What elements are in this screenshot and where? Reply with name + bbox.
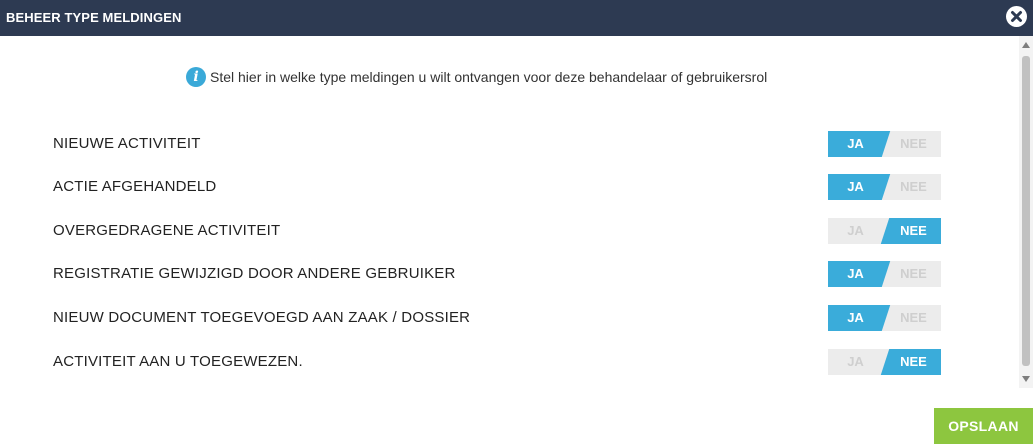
notification-row: ACTIVITEIT AAN U TOEGEWEZEN. JA NEE [53, 349, 943, 375]
toggle-option-ja[interactable]: JA [828, 131, 883, 157]
info-icon: i [186, 67, 206, 87]
notification-toggle[interactable]: JA NEE [828, 305, 941, 331]
close-icon[interactable] [1006, 6, 1027, 27]
notification-label: ACTIVITEIT AAN U TOEGEWEZEN. [53, 353, 303, 370]
toggle-option-ja[interactable]: JA [828, 174, 883, 200]
notification-toggle[interactable]: JA NEE [828, 174, 941, 200]
toggle-option-nee[interactable]: NEE [886, 305, 941, 331]
dialog-titlebar: BEHEER TYPE MELDINGEN [0, 0, 1033, 36]
toggle-option-ja[interactable]: JA [828, 218, 883, 244]
notification-label: OVERGEDRAGENE ACTIVITEIT [53, 222, 281, 239]
notification-label: NIEUWE ACTIVITEIT [53, 135, 201, 152]
toggle-option-nee[interactable]: NEE [886, 261, 941, 287]
info-text: Stel hier in welke type meldingen u wilt… [210, 69, 768, 85]
notification-label: ACTIE AFGEHANDELD [53, 178, 217, 195]
toggle-option-ja[interactable]: JA [828, 305, 883, 331]
notification-row: ACTIE AFGEHANDELD JA NEE [53, 174, 943, 200]
notification-toggle[interactable]: JA NEE [828, 349, 941, 375]
scrollbar[interactable] [1019, 36, 1033, 388]
notification-row: OVERGEDRAGENE ACTIVITEIT JA NEE [53, 218, 943, 244]
notification-row: NIEUW DOCUMENT TOEGEVOEGD AAN ZAAK / DOS… [53, 305, 943, 331]
toggle-option-nee[interactable]: NEE [886, 349, 941, 375]
dialog-title: BEHEER TYPE MELDINGEN [6, 10, 182, 25]
notification-toggle[interactable]: JA NEE [828, 131, 941, 157]
notification-label: REGISTRATIE GEWIJZIGD DOOR ANDERE GEBRUI… [53, 265, 456, 282]
notification-row: NIEUWE ACTIVITEIT JA NEE [53, 131, 943, 157]
scrollbar-thumb[interactable] [1022, 56, 1030, 366]
toggle-option-nee[interactable]: NEE [886, 174, 941, 200]
scroll-down-arrow-icon[interactable] [1022, 376, 1030, 382]
save-button[interactable]: OPSLAAN [934, 408, 1033, 444]
notification-label: NIEUW DOCUMENT TOEGEVOEGD AAN ZAAK / DOS… [53, 309, 471, 326]
toggle-option-nee[interactable]: NEE [886, 218, 941, 244]
notification-row: REGISTRATIE GEWIJZIGD DOOR ANDERE GEBRUI… [53, 261, 943, 287]
toggle-option-ja[interactable]: JA [828, 349, 883, 375]
toggle-option-ja[interactable]: JA [828, 261, 883, 287]
info-message: i Stel hier in welke type meldingen u wi… [186, 66, 767, 88]
notification-toggle[interactable]: JA NEE [828, 218, 941, 244]
scroll-up-arrow-icon[interactable] [1022, 42, 1030, 48]
toggle-option-nee[interactable]: NEE [886, 131, 941, 157]
notification-toggle[interactable]: JA NEE [828, 261, 941, 287]
